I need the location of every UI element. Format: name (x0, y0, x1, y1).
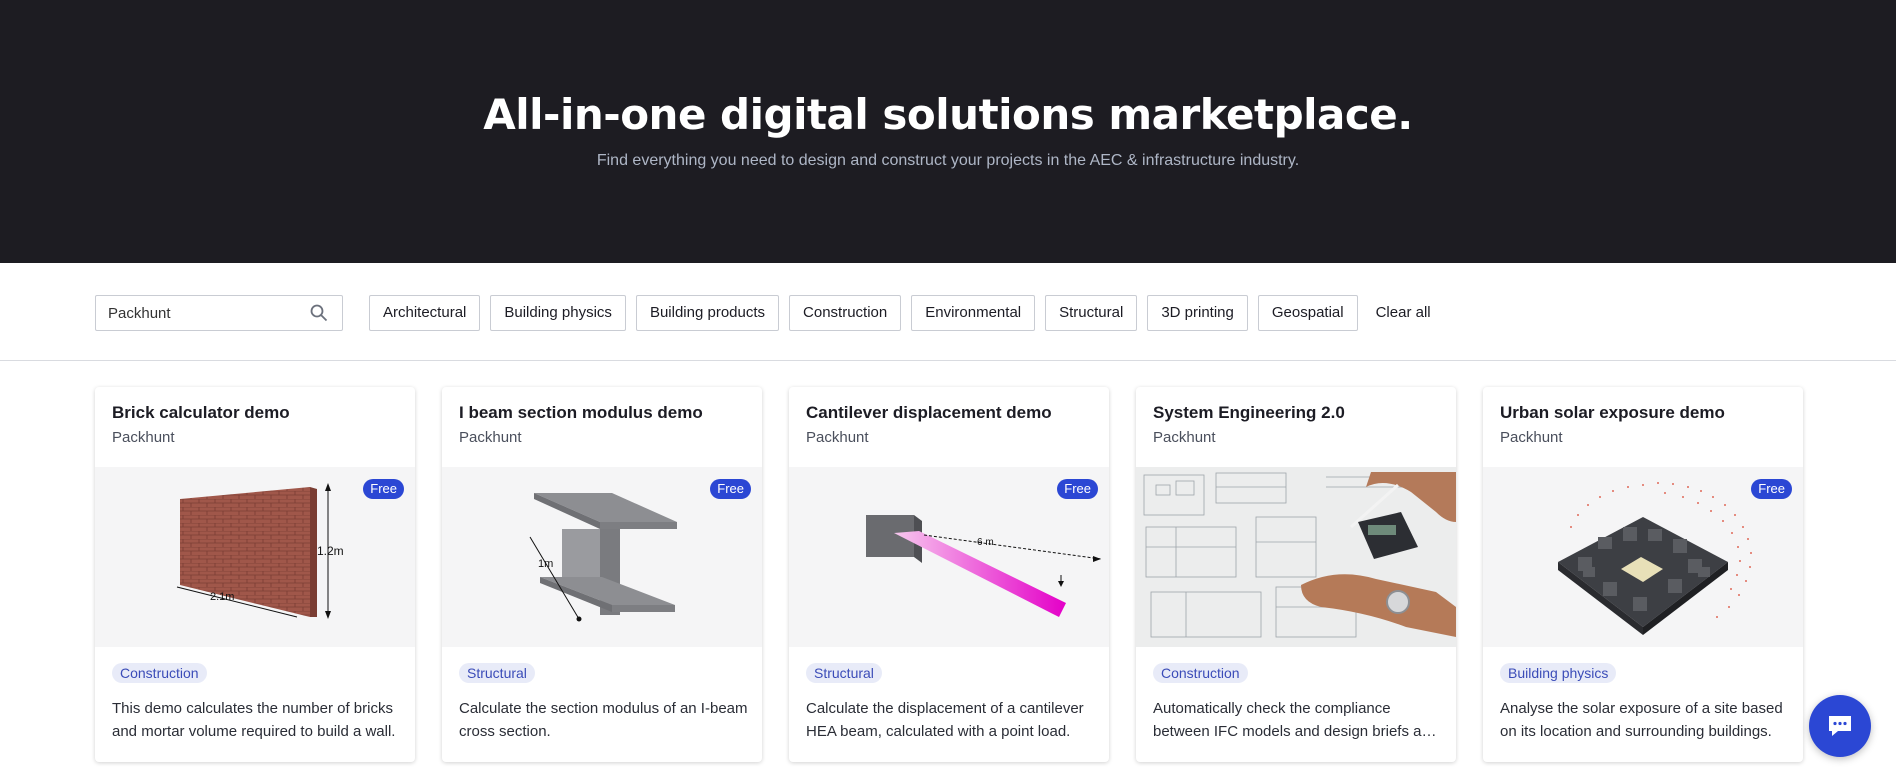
chat-icon (1829, 716, 1851, 736)
card-description: Analyse the solar exposure of a site bas… (1500, 700, 1783, 740)
free-badge: Free (1751, 479, 1792, 499)
filter-bar: Architectural Building physics Building … (0, 263, 1896, 361)
chat-button[interactable] (1809, 695, 1871, 757)
free-badge: Free (1057, 479, 1098, 499)
product-card[interactable]: I beam section modulus demo Packhunt 1m … (442, 387, 762, 762)
filter-environmental[interactable]: Environmental (911, 295, 1036, 331)
card-author: Packhunt (806, 429, 869, 446)
span-label: 6 m (977, 537, 994, 548)
category-tag[interactable]: Construction (112, 663, 207, 683)
card-title[interactable]: System Engineering 2.0 (1153, 403, 1345, 423)
page-title: All-in-one digital solutions marketplace… (483, 90, 1413, 139)
length-label: 1m (538, 558, 553, 570)
product-card[interactable]: System Engineering 2.0 Packhunt Construc… (1136, 387, 1456, 762)
product-card[interactable]: Brick calculator demo Packhunt 1.2m 2.1m (95, 387, 415, 762)
card-image (1136, 467, 1456, 647)
category-tag[interactable]: Building physics (1500, 663, 1617, 683)
free-badge: Free (363, 479, 404, 499)
free-badge: Free (710, 479, 751, 499)
card-author: Packhunt (1153, 429, 1216, 446)
card-title[interactable]: I beam section modulus demo (459, 403, 703, 423)
filter-structural[interactable]: Structural (1045, 295, 1138, 331)
page-subtitle: Find everything you need to design and c… (596, 152, 1300, 169)
filter-geospatial[interactable]: Geospatial (1257, 295, 1358, 331)
filter-3d-printing[interactable]: 3D printing (1147, 295, 1248, 331)
hero-banner: All-in-one digital solutions marketplace… (0, 0, 1896, 263)
filter-architectural[interactable]: Architectural (369, 295, 481, 331)
category-filters: Architectural Building physics Building … (369, 295, 1431, 331)
card-title[interactable]: Cantilever displacement demo (806, 403, 1052, 423)
category-tag[interactable]: Construction (1153, 663, 1248, 683)
card-author: Packhunt (1500, 429, 1563, 446)
card-description: This demo calculates the number of brick… (112, 700, 396, 740)
filter-building-physics[interactable]: Building physics (490, 295, 626, 331)
filter-building-products[interactable]: Building products (635, 295, 780, 331)
card-title[interactable]: Brick calculator demo (112, 403, 290, 423)
filter-construction[interactable]: Construction (789, 295, 902, 331)
width-label: 2.1m (210, 591, 234, 603)
card-description: Automatically check the compliance betwe… (1153, 700, 1439, 740)
card-description: Calculate the displacement of a cantilev… (806, 700, 1084, 740)
search-box[interactable] (95, 295, 343, 331)
category-tag[interactable]: Structural (806, 663, 882, 683)
height-label: 1.2m (317, 544, 344, 558)
clear-all-button[interactable]: Clear all (1376, 296, 1431, 330)
category-tag[interactable]: Structural (459, 663, 535, 683)
card-author: Packhunt (459, 429, 522, 446)
product-card[interactable]: Cantilever displacement demo Packhunt 6 … (789, 387, 1109, 762)
search-input[interactable] (108, 296, 298, 330)
card-author: Packhunt (112, 429, 175, 446)
product-card[interactable]: Urban solar exposure demo Packhunt Free … (1483, 387, 1803, 762)
card-description: Calculate the section modulus of an I-be… (459, 700, 748, 740)
product-grid: Brick calculator demo Packhunt 1.2m 2.1m (95, 387, 1803, 762)
card-title[interactable]: Urban solar exposure demo (1500, 403, 1725, 423)
search-icon[interactable] (310, 304, 328, 322)
